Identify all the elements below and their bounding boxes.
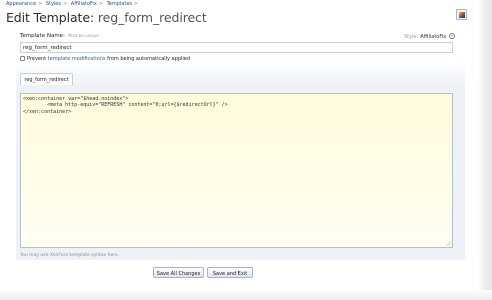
resize-grip-icon[interactable] (446, 241, 451, 246)
breadcrumb-item-appearance[interactable]: Appearance (6, 1, 36, 7)
xenforo-logo-icon[interactable] (456, 9, 467, 20)
template-name-hint: Must be unique (67, 33, 99, 38)
syntax-note: You may use XenForo template syntax here… (20, 253, 120, 258)
template-name-input[interactable]: reg_form_redirect (20, 42, 453, 53)
template-name-label: Template Name: Must be unique (20, 33, 99, 39)
page-title-template-name: reg_form_redirect (97, 10, 207, 25)
breadcrumb-item-styles[interactable]: Styles (46, 1, 61, 7)
breadcrumb-item-style[interactable]: AffiliatoFix (71, 1, 97, 7)
breadcrumb-separator: > (63, 1, 68, 7)
breadcrumb-separator: > (98, 1, 103, 7)
style-selector[interactable]: Style: AffiliatoFix (404, 33, 455, 40)
prevent-suffix: from being automatically applied (107, 56, 191, 62)
template-modifications-link[interactable]: template modifications (48, 56, 106, 62)
prevent-prefix: Prevent (27, 56, 47, 62)
template-code[interactable]: <xen:container var="$head.noindex"> <met… (23, 96, 228, 115)
style-label: Style: (404, 34, 419, 40)
prevent-modifications-checkbox[interactable] (20, 56, 25, 61)
breadcrumb: Appearance > Styles > AffiliatoFix > Templa… (6, 1, 140, 7)
chevron-down-icon[interactable] (448, 33, 455, 39)
save-and-exit-button[interactable]: Save and Exit (207, 267, 253, 278)
window-right-edge (478, 0, 492, 300)
save-all-changes-button[interactable]: Save All Changes (153, 267, 204, 278)
breadcrumb-separator: > (134, 1, 139, 7)
prevent-modifications-option: Prevent template modifications from bein… (20, 56, 190, 62)
style-value: AffiliatoFix (420, 34, 447, 40)
page-title: Edit Template: reg_form_redirect (6, 10, 207, 25)
page-title-prefix: Edit Template: (6, 10, 95, 25)
breadcrumb-item-templates[interactable]: Templates (107, 1, 132, 7)
template-code-editor[interactable]: <xen:container var="$head.noindex"> <met… (20, 93, 453, 248)
tab-reg-form-redirect[interactable]: reg_form_redirect (20, 73, 73, 85)
window-bottom-edge (0, 290, 492, 300)
template-name-label-text: Template Name: (20, 33, 65, 39)
breadcrumb-separator: > (38, 1, 43, 7)
